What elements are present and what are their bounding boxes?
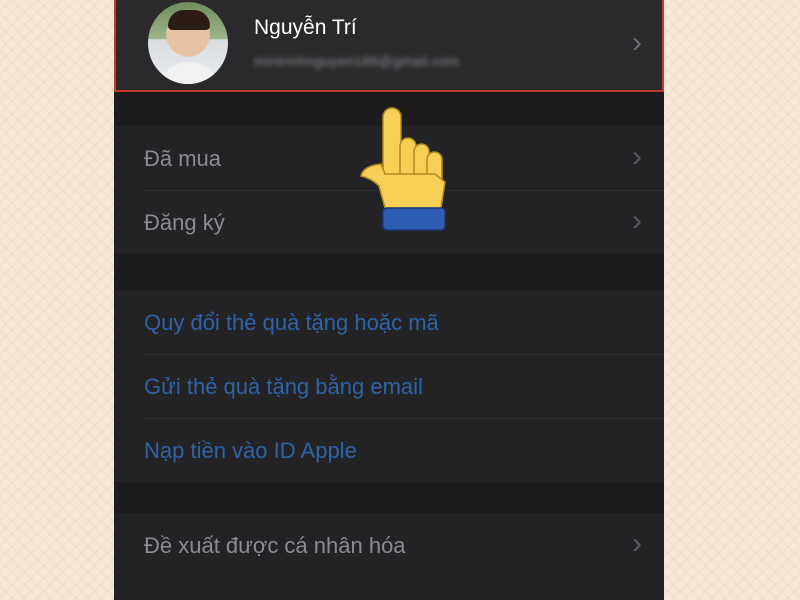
chevron-right-icon: › — [632, 527, 642, 560]
list-item-label: Quy đổi thẻ quà tặng hoặc mã — [144, 310, 439, 335]
chevron-right-icon: › — [632, 26, 642, 59]
profile-name: Nguyễn Trí — [254, 16, 357, 39]
list-item-redeem[interactable]: Quy đổi thẻ quà tặng hoặc mã — [114, 290, 664, 354]
gift-card-section: Quy đổi thẻ quà tặng hoặc mã Gửi thẻ quà… — [114, 290, 664, 482]
list-item-label: Đã mua — [144, 146, 222, 171]
pointing-hand-icon — [360, 107, 446, 231]
list-item-label: Gửi thẻ quà tặng bằng email — [144, 374, 423, 399]
list-item-label: Nạp tiền vào ID Apple — [144, 438, 357, 463]
list-item-add-funds[interactable]: Nạp tiền vào ID Apple — [114, 418, 664, 482]
list-item-send-gift[interactable]: Gửi thẻ quà tặng bằng email — [114, 354, 664, 418]
list-item-label: Đề xuất được cá nhân hóa — [144, 533, 406, 558]
avatar — [148, 2, 228, 84]
list-item-label: Đăng ký — [144, 210, 225, 235]
profile-row[interactable]: Nguyễn Trí mintrinhnguyen188@gmail.com › — [114, 0, 664, 92]
recommendations-section: Đề xuất được cá nhân hóa › — [114, 513, 664, 600]
chevron-right-icon: › — [632, 140, 642, 173]
profile-email: mintrinhnguyen188@gmail.com — [254, 53, 460, 69]
chevron-right-icon: › — [632, 204, 642, 237]
list-item-personalized-recommendations[interactable]: Đề xuất được cá nhân hóa › — [114, 513, 664, 577]
account-screen: Nguyễn Trí mintrinhnguyen188@gmail.com ›… — [114, 0, 664, 600]
